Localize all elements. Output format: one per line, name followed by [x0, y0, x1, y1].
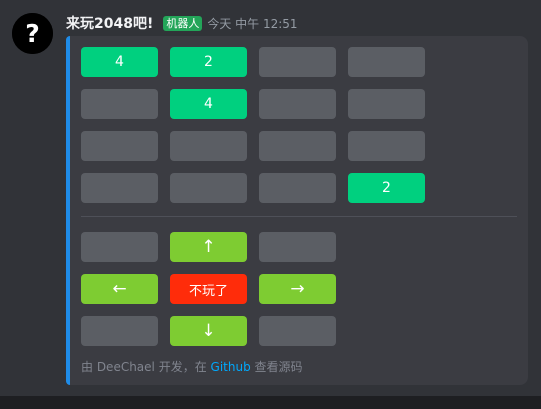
blank-button [259, 316, 336, 346]
arrow-right-icon: → [290, 278, 305, 299]
board-tile [81, 173, 158, 203]
embed-footer: 由 DeeChael 开发，在 Github 查看源码 [81, 358, 303, 375]
board-tile [81, 89, 158, 119]
timestamp: 今天 中午 12:51 [207, 16, 298, 31]
board-tile: 2 [348, 173, 425, 203]
board-tile [170, 131, 247, 161]
footer-suffix: 查看源码 [250, 360, 303, 374]
board-tile [81, 131, 158, 161]
board-tile [348, 47, 425, 77]
blank-button [81, 316, 158, 346]
board-tile [348, 131, 425, 161]
blank-button [81, 232, 158, 262]
board-tile [259, 173, 336, 203]
board-tile [170, 173, 247, 203]
move-up-button[interactable]: ↑ [170, 232, 247, 262]
github-link[interactable]: Github [211, 360, 251, 374]
avatar[interactable]: ? [12, 13, 53, 54]
bot-badge: 机器人 [163, 15, 203, 31]
board-tile [259, 89, 336, 119]
move-right-button[interactable]: → [259, 274, 336, 304]
blank-button [259, 232, 336, 262]
arrow-up-icon: ↑ [201, 236, 216, 257]
board-tile: 4 [170, 89, 247, 119]
board-tile [259, 131, 336, 161]
quit-button-label: 不玩了 [188, 283, 228, 299]
arrow-left-icon: ← [112, 278, 127, 299]
footer-prefix: 由 DeeChael 开发，在 [81, 360, 211, 374]
message-header: 来玩2048吧! 机器人 今天 中午 12:51 [66, 13, 298, 33]
arrow-down-icon: ↓ [201, 320, 216, 341]
board-tile: 4 [81, 47, 158, 77]
board-tile: 2 [170, 47, 247, 77]
board-tile [259, 47, 336, 77]
move-down-button[interactable]: ↓ [170, 316, 247, 346]
bottom-bar [0, 396, 541, 409]
game-embed: 4 2 4 2 ↑ ← 不玩了 → ↓ 由 DeeChael 开发，在 Gith… [66, 36, 528, 385]
move-left-button[interactable]: ← [81, 274, 158, 304]
divider [81, 216, 517, 217]
question-mark-icon: ? [12, 13, 53, 54]
username[interactable]: 来玩2048吧! [66, 13, 153, 33]
svg-text:?: ? [25, 19, 40, 48]
quit-button[interactable]: 不玩了 [170, 274, 247, 304]
board-tile [348, 89, 425, 119]
